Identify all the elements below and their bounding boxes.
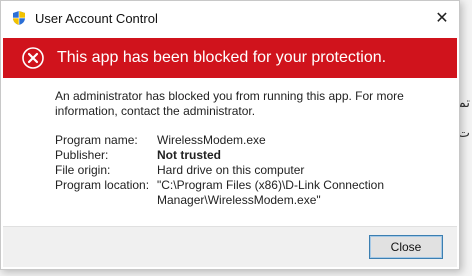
close-button[interactable]: Close [369,235,443,259]
detail-row: File origin: Hard drive on this computer [55,163,445,178]
program-name-value: WirelessModem.exe [157,133,266,147]
uac-shield-icon [11,10,27,26]
block-message: An administrator has blocked you from ru… [55,89,404,118]
window-title: User Account Control [35,11,158,26]
blocked-x-icon [21,46,45,70]
detail-row: Program name: WirelessModem.exe [55,133,445,148]
detail-label: Program location: [55,178,150,192]
detail-label: Program name: [55,133,138,147]
detail-row: Publisher: Not trusted [55,148,445,163]
detail-row: Program location: "C:\Program Files (x86… [55,178,445,208]
dialog-content: An administrator has blocked you from ru… [55,89,445,208]
title-bar[interactable]: User Account Control ✕ [1,1,459,35]
uac-dialog: User Account Control ✕ This app has been… [0,0,460,270]
banner-heading: This app has been blocked for your prote… [57,49,387,66]
dialog-footer: Close [3,226,457,267]
blocked-banner: This app has been blocked for your prote… [3,38,457,78]
program-details: Program name: WirelessModem.exe Publishe… [55,133,445,208]
publisher-value: Not trusted [157,148,221,162]
detail-label: Publisher: [55,148,109,162]
close-icon[interactable]: ✕ [425,1,459,35]
program-location-value: "C:\Program Files (x86)\D-Link Connectio… [157,178,385,207]
file-origin-value: Hard drive on this computer [157,163,305,177]
detail-label: File origin: [55,163,111,177]
